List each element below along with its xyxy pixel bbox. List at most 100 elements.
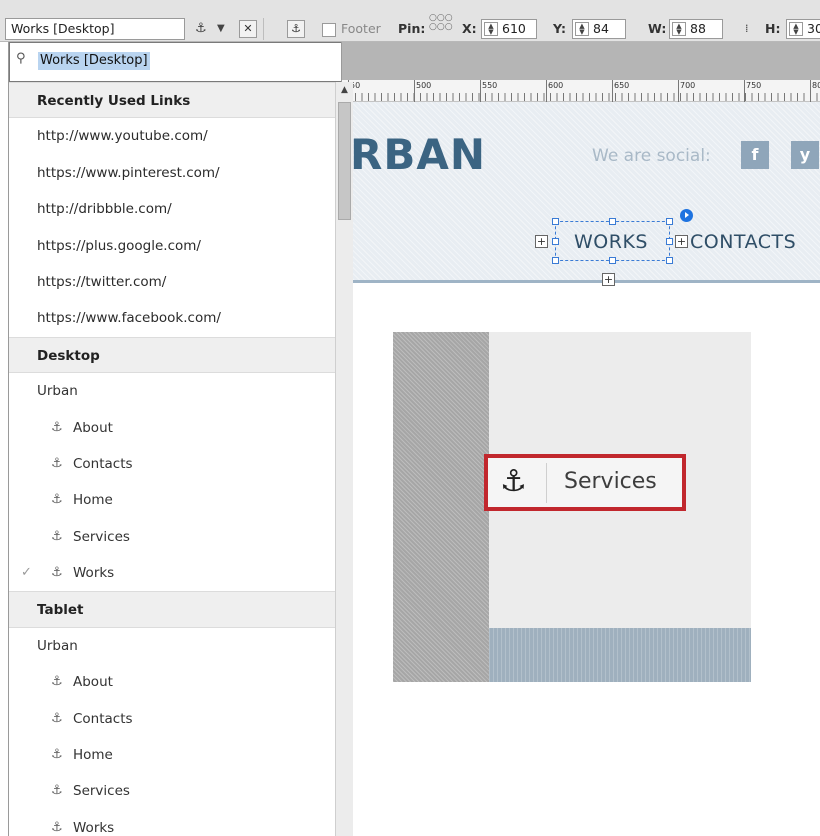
page-item[interactable]: ⚓ Services [9,519,341,555]
section-header-label: Desktop [37,347,100,364]
site-item[interactable]: Urban [9,628,341,664]
x-value: 610 [502,21,526,36]
x-field[interactable]: ▲ ▼ 610 [481,19,537,39]
x-stepper-icon[interactable]: ▲ ▼ [484,22,498,36]
page-item[interactable]: ✓ ⚓ Works [9,555,341,591]
nav-item-contacts[interactable]: CONTACTS [690,231,796,253]
ruler-tick-label: 650 [614,81,630,90]
link-dropdown: ⚲ Works [Desktop] Recently Used Links htt… [8,42,342,836]
page-item[interactable]: ⚓ Contacts [9,446,341,482]
link-dimensions-icon[interactable]: ⁞ [745,18,749,40]
recent-link-item[interactable]: https://www.facebook.com/ [9,300,341,336]
page-item-label: Services [73,783,130,800]
anchor-icon: ⚓ [51,674,63,690]
recent-link-item[interactable]: https://plus.google.com/ [9,228,341,264]
y-field[interactable]: ▲ ▼ 84 [572,19,626,39]
page-item[interactable]: ⚓ Home [9,737,341,773]
ruler-major-tick [546,80,547,102]
header-divider [342,280,820,283]
section-header: Tablet [9,591,341,628]
toolbar-divider [263,18,264,40]
plus-box-icon[interactable]: + [602,273,615,286]
play-icon[interactable] [680,209,693,222]
plus-box-icon[interactable]: + [675,235,688,248]
recent-link-item[interactable]: http://dribbble.com/ [9,191,341,227]
site-logo[interactable]: RBAN [350,130,486,179]
anchor-icon: ⚓ [51,528,63,544]
link-search-field[interactable]: ⚲ Works [Desktop] [9,42,341,82]
anchor-icon: ⚓ [51,783,63,799]
resize-handle[interactable] [552,238,559,245]
page-item[interactable]: ⚓ Contacts [9,701,341,737]
social-icon-y[interactable]: y [791,141,819,169]
scrollbar[interactable]: ▲ [335,82,353,836]
resize-handle[interactable] [666,257,673,264]
scroll-up-icon[interactable]: ▲ [336,82,353,99]
footer-checkbox[interactable] [322,23,336,37]
ruler-tick-label: 750 [746,81,762,90]
item-label: https://plus.google.com/ [37,237,201,254]
callout-highlight: ⚓ Services [484,454,686,511]
resize-handle[interactable] [666,218,673,225]
plus-box-icon[interactable]: + [535,235,548,248]
canvas-background [342,42,820,80]
footer-label: Footer [341,21,381,36]
page-item[interactable]: ⚓ Works [9,810,341,836]
resize-handle[interactable] [609,257,616,264]
item-label: Urban [37,637,78,654]
h-label: H: [765,21,781,36]
site-item[interactable]: Urban [9,373,341,409]
anchor-button[interactable]: ⚓ [287,20,305,38]
page-item-label: Home [73,747,113,764]
resize-handle[interactable] [666,238,673,245]
section-header-label: Tablet [37,602,84,619]
checkmark-icon: ✓ [21,565,32,581]
resize-handle[interactable] [552,218,559,225]
page-item-label: Services [73,528,130,545]
inset-footer-band [489,628,751,682]
recent-link-item[interactable]: https://www.pinterest.com/ [9,155,341,191]
chevron-down-icon[interactable]: ▼ [217,18,225,40]
page-item-label: Works [73,565,115,582]
resize-handle[interactable] [609,218,616,225]
ruler-major-tick [612,80,613,102]
page-item-label: About [73,674,113,691]
facebook-icon[interactable]: f [741,141,769,169]
y-stepper-icon[interactable]: ▲ ▼ [575,22,589,36]
y-value: 84 [593,21,609,36]
ruler-major-tick [744,80,745,102]
anchor-icon: ⚓ [51,747,63,763]
link-list: Recently Used Links http://www.youtube.co… [9,82,341,836]
resize-handle[interactable] [552,257,559,264]
recent-link-item[interactable]: https://twitter.com/ [9,264,341,300]
pin-grid-icon[interactable]: ○○○ ○○○ [429,14,453,32]
page-item-label: Contacts [73,455,133,472]
w-stepper-icon[interactable]: ▲ ▼ [672,22,686,36]
recent-link-item[interactable]: http://www.youtube.com/ [9,118,341,154]
w-value: 88 [690,21,706,36]
x-label: X: [462,21,477,36]
ruler-major-tick [414,80,415,102]
ruler-tick-label: 700 [680,81,696,90]
page-item[interactable]: ⚓ About [9,664,341,700]
nav-item-works[interactable]: WORKS [574,231,648,253]
anchor-icon: ⚓ [500,464,527,499]
page-item[interactable]: ⚓ Home [9,482,341,518]
h-stepper-icon[interactable]: ▲ ▼ [789,22,803,36]
link-combo[interactable]: Works [Desktop] [5,18,185,40]
ruler-major-tick [810,80,811,102]
scroll-thumb[interactable] [338,102,351,220]
item-label: http://www.youtube.com/ [37,128,208,145]
anchor-icon[interactable]: ⚓ [195,18,207,40]
h-field[interactable]: ▲ ▼ 30 [786,19,820,39]
pin-label: Pin: [398,21,426,36]
page-item-label: Works [73,819,115,836]
page-item-label: Home [73,492,113,509]
page-item[interactable]: ⚓ About [9,410,341,446]
anchor-icon: ⚓ [51,455,63,471]
w-field[interactable]: ▲ ▼ 88 [669,19,723,39]
close-icon[interactable]: ✕ [239,20,257,38]
section-header: Recently Used Links [9,82,341,119]
callout-divider [546,463,547,503]
page-item[interactable]: ⚓ Services [9,773,341,809]
